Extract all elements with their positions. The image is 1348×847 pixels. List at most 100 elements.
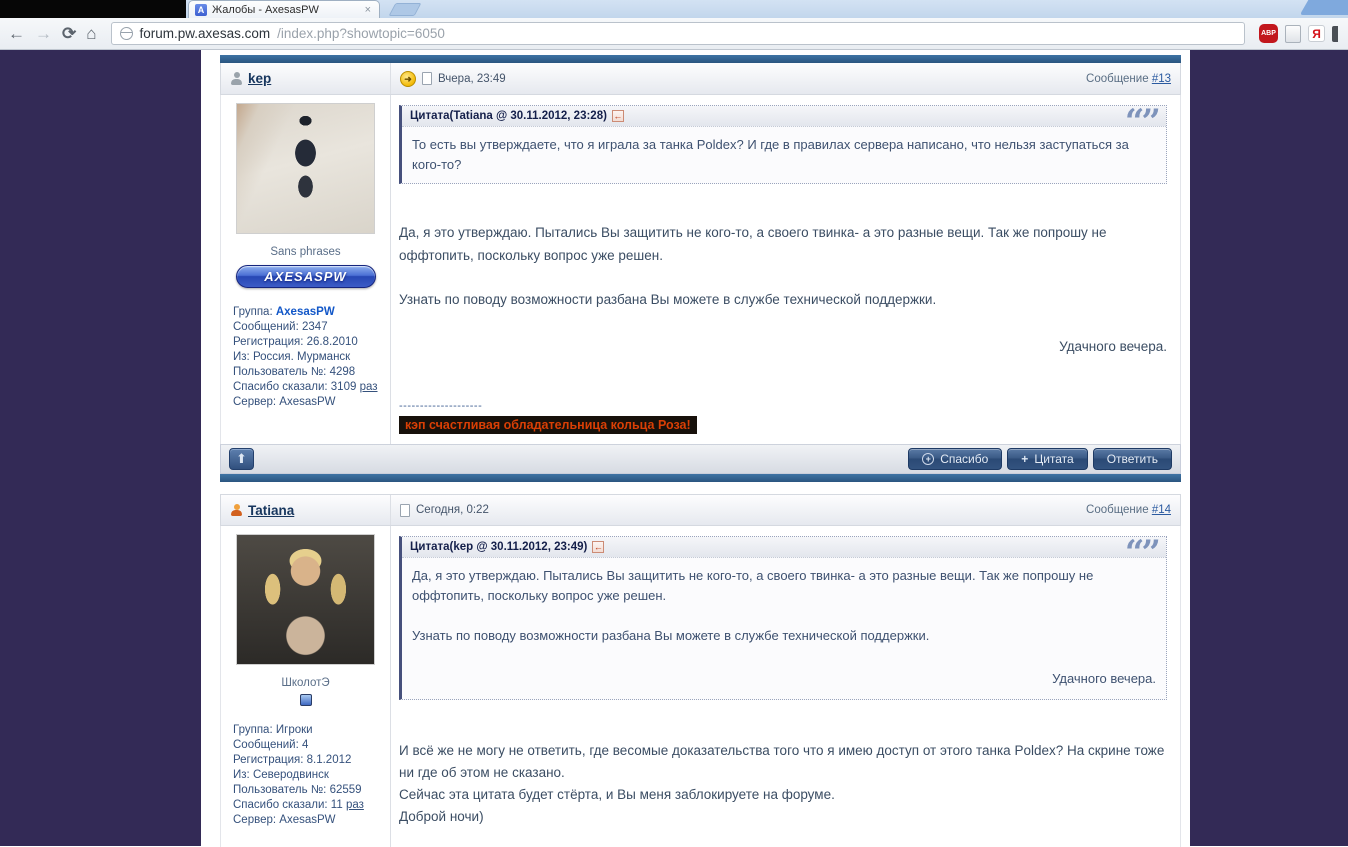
goto-quoted-post-icon[interactable]: ←	[592, 541, 605, 554]
back-icon[interactable]: ←	[8, 25, 25, 42]
new-tab-button[interactable]	[388, 3, 422, 16]
post-header: kep ➜ Вчера, 23:49 Сообщение #13	[220, 63, 1181, 95]
post-content: Цитата(kep @ 30.11.2012, 23:49) ← “” Да,…	[391, 526, 1180, 847]
quote-block: Цитата(Tatiana @ 30.11.2012, 23:28) ← “”…	[399, 102, 1167, 185]
quote-header-text: Цитата(kep @ 30.11.2012, 23:49)	[410, 541, 588, 554]
rank-pip-icon	[299, 694, 312, 707]
avatar	[236, 103, 375, 234]
quote-paragraph: Да, я это утверждаю. Пытались Вы защитит…	[412, 568, 1094, 604]
post-footer: ⬆ + Спасибо + Цитата Ответить	[220, 444, 1181, 475]
post-separator-bar	[220, 474, 1181, 483]
stat-row: Спасибо сказали: 3109 раз	[233, 381, 378, 393]
scroll-top-button[interactable]: ⬆	[229, 448, 254, 471]
signature-divider: --------------------	[399, 400, 483, 413]
quote-marks-icon: “”	[1124, 102, 1161, 142]
wrench-icon[interactable]	[1332, 25, 1338, 42]
stat-row: Регистрация: 26.8.2010	[233, 336, 358, 348]
author-link[interactable]: Tatiana	[248, 503, 294, 518]
post-text: Да, я это утверждаю. Пытались Вы защитит…	[399, 222, 1167, 311]
post-action-buttons: + Спасибо + Цитата Ответить	[908, 448, 1172, 471]
tab-title: Жалобы - AxesasPW	[212, 3, 319, 16]
user-custom-title: ШколотЭ	[281, 677, 330, 690]
post-content: Цитата(Tatiana @ 30.11.2012, 23:28) ← “”…	[391, 95, 1180, 444]
stat-row: Сервер: AxesasPW	[233, 814, 336, 827]
author-link[interactable]: kep	[248, 71, 271, 86]
post-doc-icon	[400, 503, 410, 517]
reload-icon[interactable]: ⟳	[62, 25, 76, 42]
home-icon[interactable]: ⌂	[86, 25, 96, 42]
online-user-icon	[230, 503, 243, 517]
forum-page: kep ➜ Вчера, 23:49 Сообщение #13 Sans ph…	[201, 50, 1190, 847]
quote-body: То есть вы утверждаете, что я играла за …	[402, 127, 1166, 183]
post-header: Tatiana Сегодня, 0:22 Сообщение #14	[220, 494, 1181, 527]
adblock-icon[interactable]: ABP	[1259, 24, 1278, 43]
yandex-icon[interactable]: Я	[1308, 25, 1325, 42]
quote-header: Цитата(kep @ 30.11.2012, 23:49) ←	[402, 537, 1166, 559]
user-info-panel: Sans phrases AXESASPW Группа: AxesasPW С…	[221, 95, 391, 445]
forward-icon[interactable]: →	[35, 25, 52, 42]
user-stats: Группа: Игроки Сообщений: 4 Регистрация:…	[233, 723, 390, 828]
message-number: Сообщение #13	[1086, 73, 1171, 85]
post-author-cell: kep	[221, 63, 391, 94]
url-bar[interactable]: forum.pw.axesas.com/index.php?showtopic=…	[110, 22, 1245, 45]
rank-banner-image: AXESASPW	[235, 265, 376, 288]
goto-quoted-post-icon[interactable]: ←	[611, 110, 624, 122]
post-paragraph: Узнать по поводу возможности разбана Вы …	[399, 291, 937, 307]
quote-block: Цитата(kep @ 30.11.2012, 23:49) ← “” Да,…	[399, 533, 1167, 700]
post-closing-line: Удачного вечера.	[1059, 339, 1167, 355]
message-label: Сообщение	[1086, 72, 1149, 85]
user-custom-title: Sans phrases	[270, 246, 341, 258]
quote-closing-line: Удачного вечера.	[1052, 670, 1156, 686]
goto-post-icon[interactable]: ➜	[400, 70, 416, 87]
stat-row: Спасибо сказали: 11 раз	[233, 799, 364, 812]
quote-button[interactable]: + Цитата	[1007, 448, 1088, 471]
stat-row: Группа: AxesasPW	[233, 306, 335, 318]
extension-page-icon[interactable]	[1285, 24, 1301, 43]
post-paragraph: Сейчас эта цитата будет стёрта, и Вы мен…	[399, 787, 835, 803]
globe-icon	[119, 27, 133, 40]
browser-tab[interactable]: A Жалобы - AxesasPW ×	[188, 0, 380, 18]
post-author-cell: Tatiana	[221, 495, 391, 526]
post-body: Sans phrases AXESASPW Группа: AxesasPW С…	[220, 95, 1181, 445]
browser-tab-bar: A Жалобы - AxesasPW ×	[0, 0, 1348, 18]
tab-close-icon[interactable]: ×	[363, 4, 373, 16]
quote-body: Да, я это утверждаю. Пытались Вы защитит…	[402, 558, 1166, 699]
window-title-area	[0, 0, 186, 18]
reply-button[interactable]: Ответить	[1092, 448, 1172, 471]
stat-row: Группа: Игроки	[233, 724, 313, 737]
url-host: forum.pw.axesas.com	[139, 26, 271, 41]
message-label: Сообщение	[1086, 504, 1149, 517]
quote-paragraph: Узнать по поводу возможности разбана Вы …	[412, 628, 930, 644]
avatar	[236, 534, 375, 666]
tab-favicon: A	[195, 3, 207, 16]
quote-header-text: Цитата(Tatiana @ 30.11.2012, 23:28)	[410, 110, 607, 122]
post-meta-cell: ➜ Вчера, 23:49 Сообщение #13	[391, 63, 1180, 94]
message-number-link[interactable]: #14	[1152, 504, 1171, 516]
extension-icons: ABP Я	[1259, 24, 1340, 43]
offline-user-icon	[230, 72, 243, 85]
browser-toolbar: ← → ⟳ ⌂ forum.pw.axesas.com/index.php?sh…	[0, 18, 1348, 50]
page-background: kep ➜ Вчера, 23:49 Сообщение #13 Sans ph…	[0, 50, 1348, 847]
post-gap	[220, 482, 1181, 494]
url-path: /index.php?showtopic=6050	[277, 26, 445, 41]
stat-row: Регистрация: 8.1.2012	[233, 754, 352, 767]
signature-text: кэп счастливая обладательница кольца Роз…	[399, 416, 697, 435]
post-date: Сегодня, 0:22	[416, 504, 489, 517]
stat-row: Сообщений: 2347	[233, 321, 328, 333]
thanks-count-link[interactable]: раз	[346, 799, 364, 811]
user-info-panel: ШколотЭ Группа: Игроки Сообщений: 4 Реги…	[221, 526, 391, 847]
stat-row: Сервер: AxesasPW	[233, 396, 336, 408]
plus-circle-icon: +	[922, 453, 935, 466]
thanks-button[interactable]: + Спасибо	[908, 448, 1003, 471]
post-paragraph: И всё же не могу не ответить, где весомы…	[399, 742, 1165, 780]
post-meta-cell: Сегодня, 0:22 Сообщение #14	[391, 495, 1180, 525]
post-doc-icon	[422, 72, 432, 85]
post-separator-bar	[220, 55, 1181, 63]
post-paragraph: Да, я это утверждаю. Пытались Вы защитит…	[399, 225, 1107, 263]
message-number-link[interactable]: #13	[1152, 73, 1171, 85]
quote-header: Цитата(Tatiana @ 30.11.2012, 23:28) ←	[402, 106, 1166, 127]
thanks-count-link[interactable]: раз	[360, 381, 378, 393]
message-number: Сообщение #14	[1086, 504, 1171, 516]
quote-marks-icon: “”	[1124, 533, 1161, 574]
stat-row: Пользователь №: 4298	[233, 366, 356, 378]
